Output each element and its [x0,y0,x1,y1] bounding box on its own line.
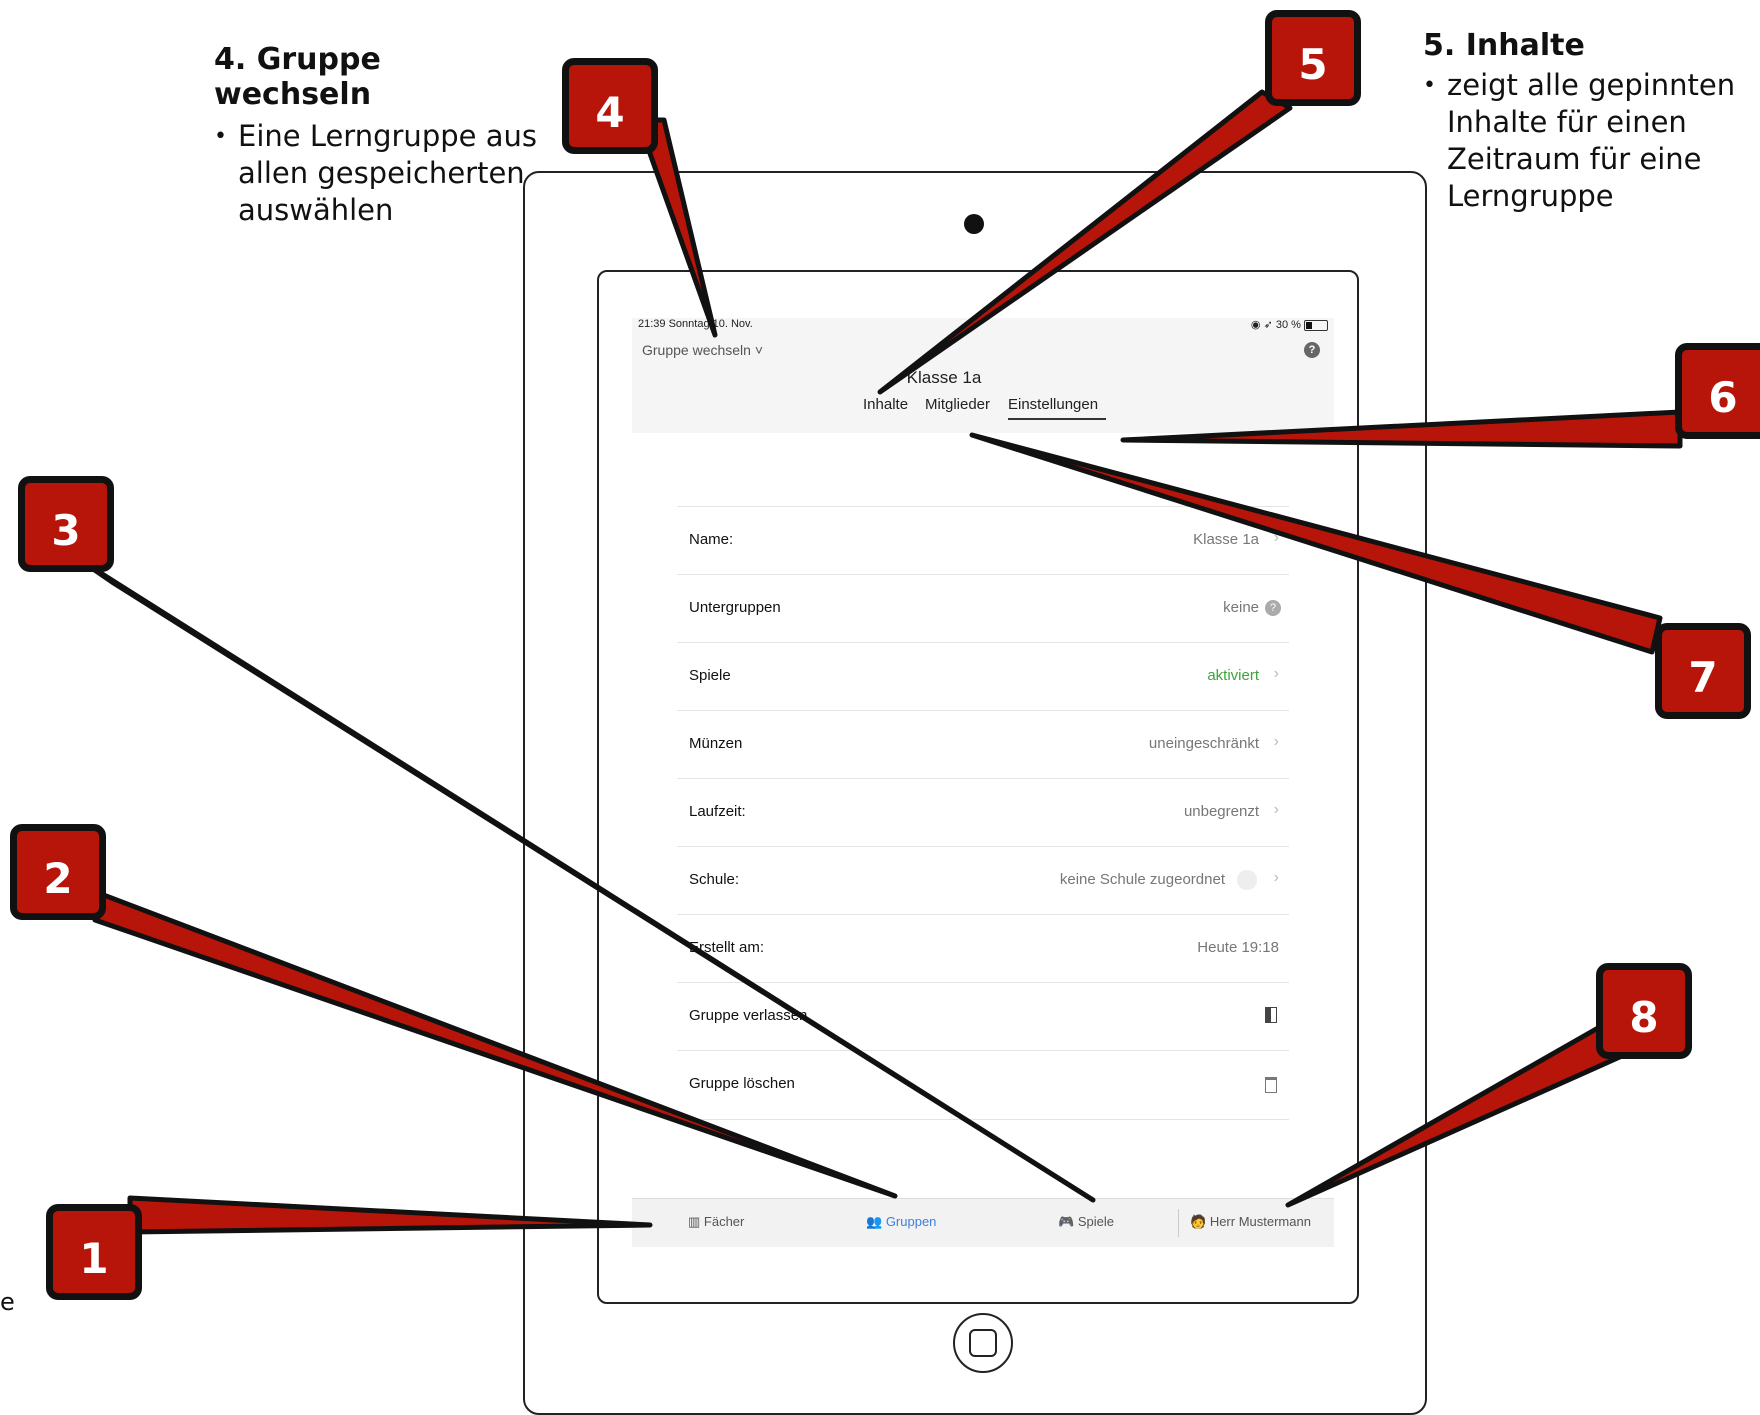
badge-6: 6 [1675,343,1760,439]
badge-5: 5 [1265,10,1361,106]
pointer-3 [77,557,1096,1203]
pointer-6 [1120,409,1683,449]
badge-1: 1 [46,1204,142,1300]
pointer-7 [969,432,1663,655]
badge-2: 2 [10,824,106,920]
badge-4: 4 [562,58,658,154]
badge-7: 7 [1655,623,1751,719]
badge-3: 3 [18,476,114,572]
pointer-5 [877,89,1293,395]
pointer-1 [127,1195,653,1235]
pointer-8 [1285,1021,1625,1208]
badge-8: 8 [1596,963,1692,1059]
pointer-2 [77,883,898,1199]
pointer-arrows [77,89,1683,1235]
